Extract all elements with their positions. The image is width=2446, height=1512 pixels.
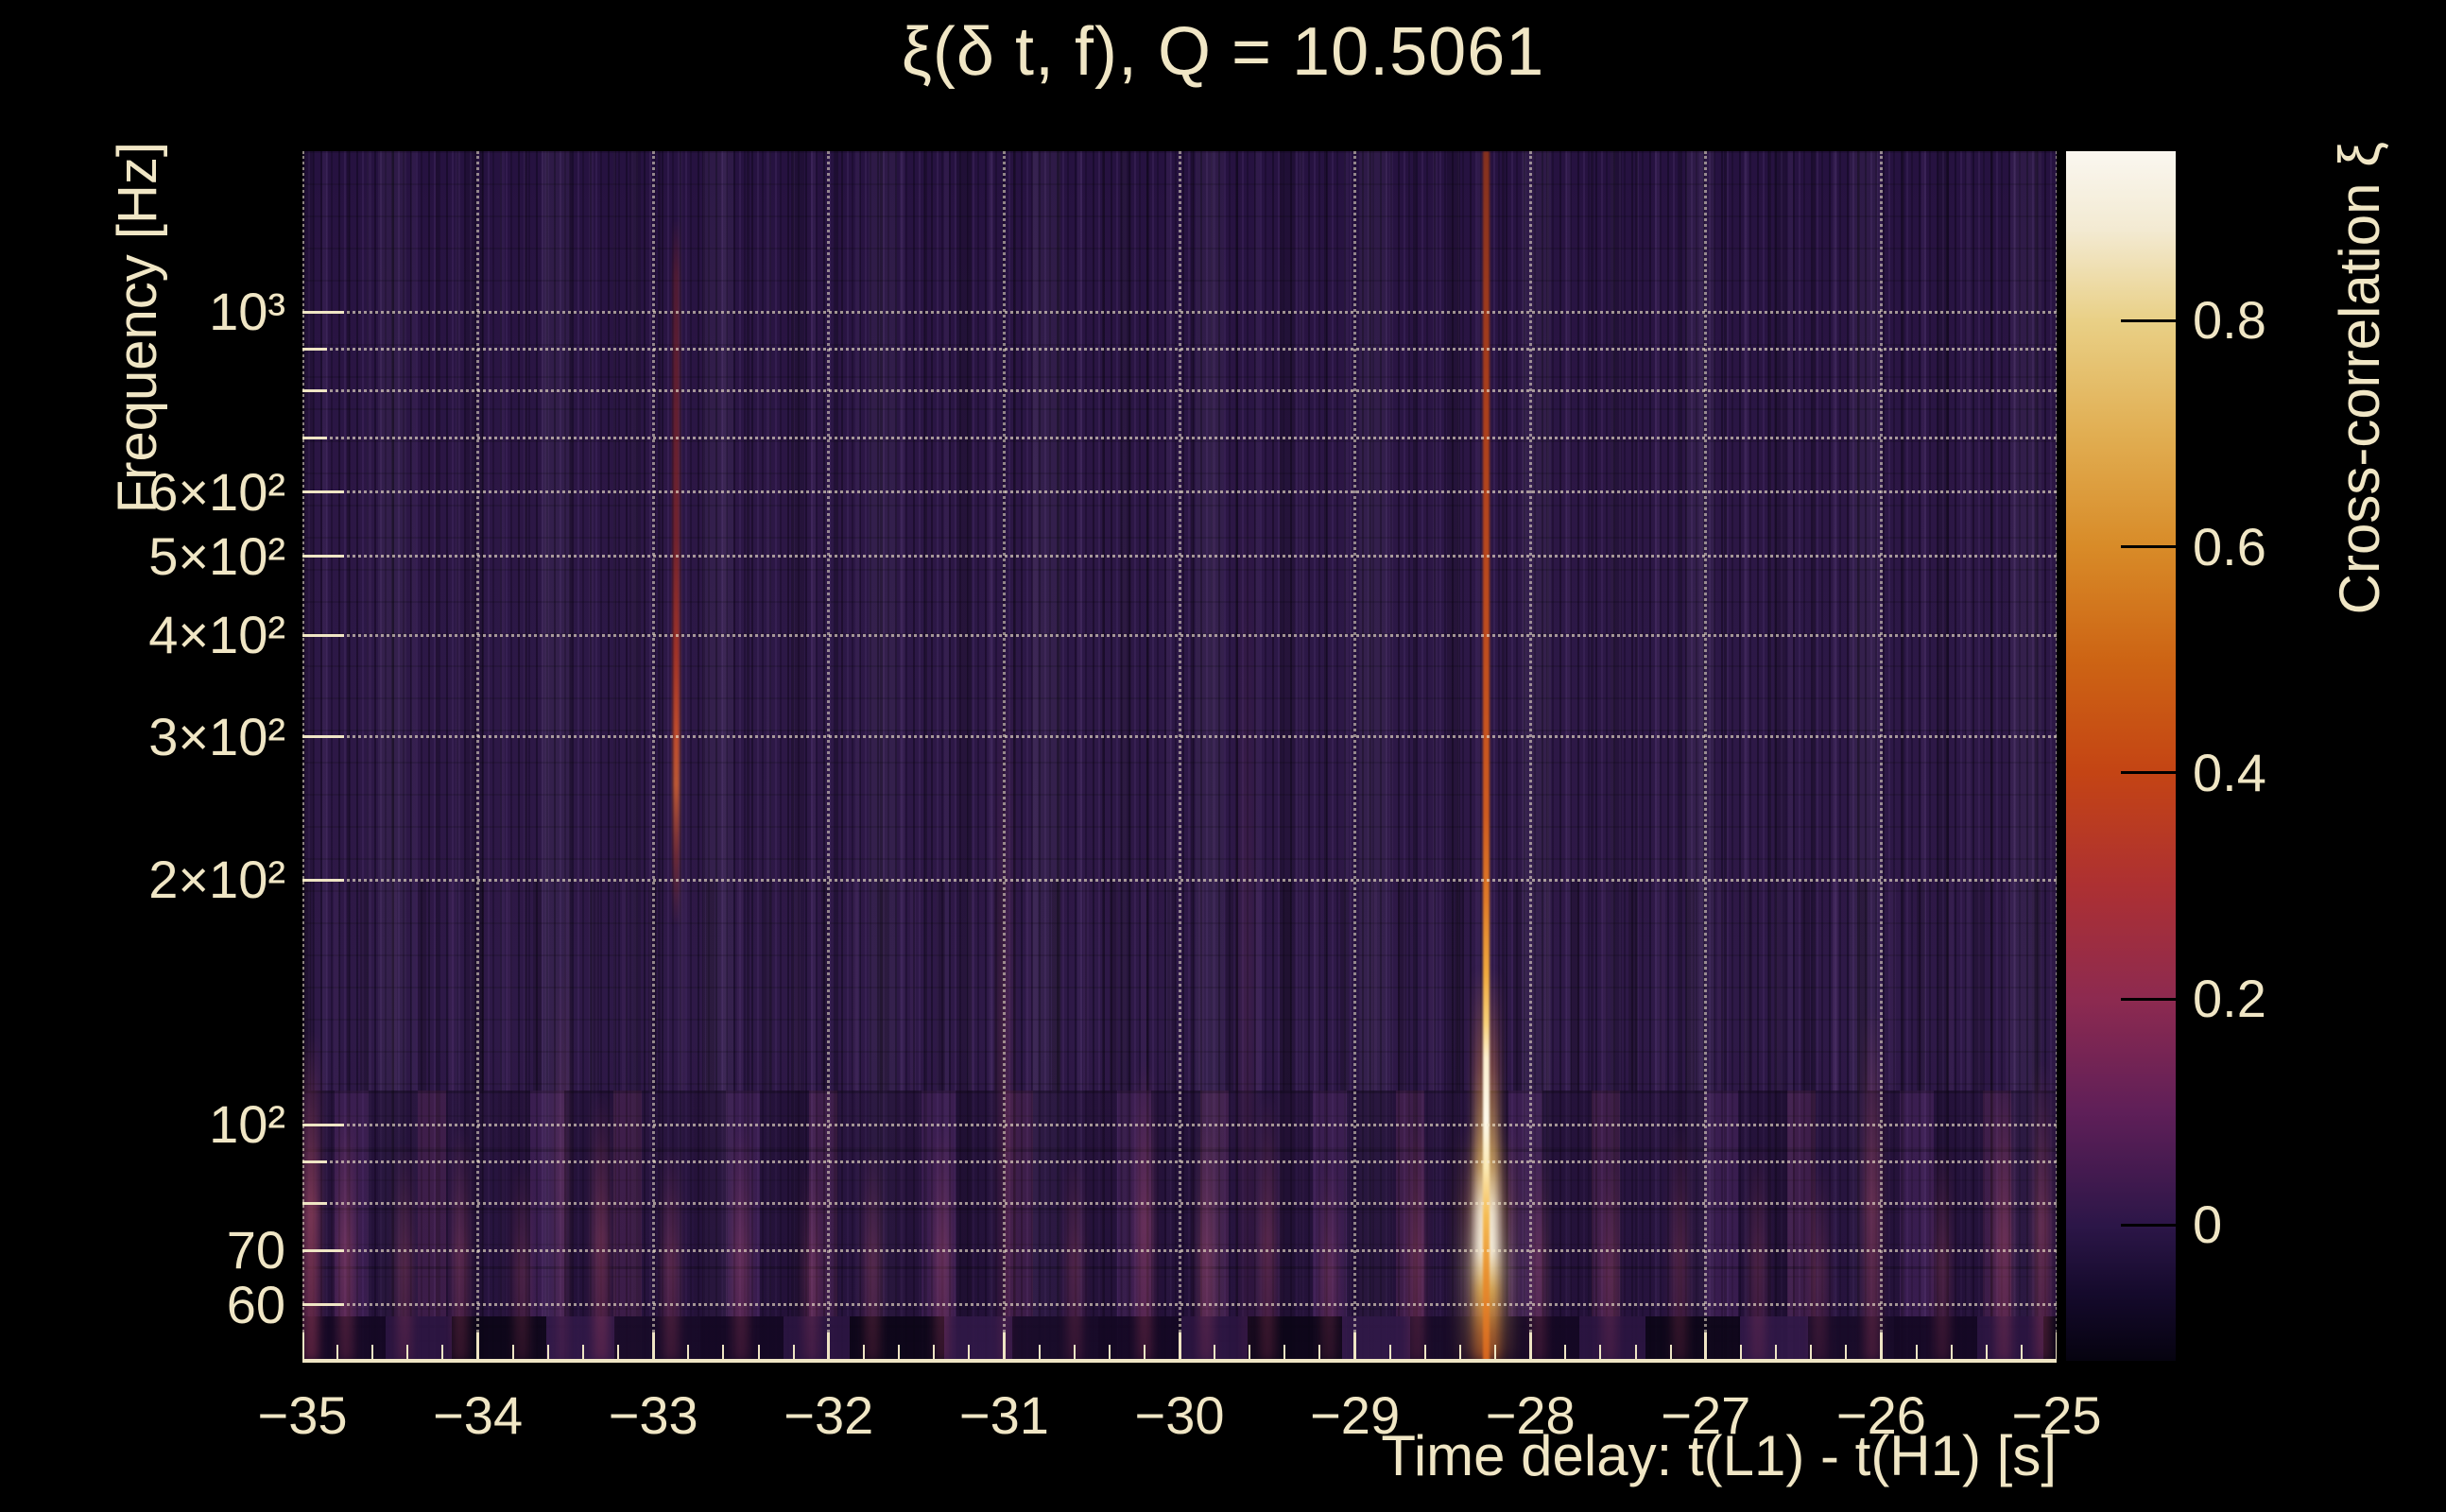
- x-tick-label: −34: [433, 1385, 524, 1445]
- x-tick-label: −30: [1134, 1385, 1225, 1445]
- x-major-tick: [476, 1332, 480, 1361]
- x-major-tick: [1178, 1332, 1181, 1361]
- y-tick-label: 5×10²: [148, 525, 285, 586]
- x-axis-line: [302, 1359, 2057, 1363]
- noise-spot: [1865, 1005, 1881, 1361]
- x-tick-label: −32: [784, 1385, 874, 1445]
- y-major-tick: [302, 878, 344, 882]
- colorbar-tick: [2121, 771, 2179, 775]
- x-major-tick: [1704, 1332, 1708, 1361]
- x-gridline: [827, 151, 831, 1361]
- y-tick-label: 6×10²: [148, 461, 285, 522]
- x-gridline: [1528, 151, 1532, 1361]
- noise-spot: [1242, 463, 1252, 1361]
- colorbar-title: Cross-correlation ξ: [2328, 142, 2391, 615]
- colorbar-tick-label: 0.2: [2193, 969, 2266, 1029]
- colorbar-tick-label: 0.8: [2193, 290, 2266, 351]
- y-gridline: [302, 388, 2057, 392]
- y-gridline: [302, 633, 2057, 637]
- y-tick-label: 10²: [209, 1094, 285, 1154]
- y-tick-label: 10³: [209, 282, 285, 342]
- x-tick-label: −31: [958, 1385, 1049, 1445]
- heatmap-plot-area: [302, 151, 2057, 1361]
- colorbar-tick: [2121, 1223, 2179, 1227]
- y-major-tick: [302, 1123, 344, 1126]
- y-major-tick: [302, 490, 344, 494]
- colorbar-tick: [2121, 318, 2179, 322]
- y-gridline: [302, 1201, 2057, 1205]
- colorbar-tick-label: 0.4: [2193, 742, 2266, 802]
- y-gridline: [302, 490, 2057, 494]
- y-major-tick: [302, 633, 344, 637]
- noise-spot: [593, 1091, 609, 1361]
- y-gridline: [302, 1248, 2057, 1252]
- y-minor-tick: [302, 436, 327, 439]
- x-gridline: [1178, 151, 1181, 1361]
- x-gridline: [651, 151, 655, 1361]
- colorbar-tick: [2121, 997, 2179, 1001]
- colorbar-tick-label: 0: [2193, 1194, 2223, 1255]
- y-gridline: [302, 1303, 2057, 1307]
- noise-spot: [803, 1161, 819, 1361]
- x-major-tick: [1528, 1332, 1532, 1361]
- y-gridline: [302, 1123, 2057, 1126]
- y-gridline: [302, 878, 2057, 882]
- x-major-tick: [827, 1332, 831, 1361]
- y-minor-tick: [302, 388, 327, 392]
- noise-spot: [1259, 1091, 1275, 1361]
- x-major-tick: [2055, 1332, 2057, 1361]
- y-gridline: [302, 1160, 2057, 1163]
- colorbar-tick: [2121, 545, 2179, 549]
- x-major-tick: [651, 1332, 655, 1361]
- x-major-tick: [1879, 1332, 1883, 1361]
- noise-spot: [1996, 1091, 2012, 1361]
- noise-spot: [2035, 1059, 2051, 1361]
- noise-spot: [303, 1032, 319, 1361]
- x-gridline: [1879, 151, 1883, 1361]
- noise-spot: [1601, 1161, 1617, 1361]
- y-tick-label: 60: [226, 1274, 285, 1334]
- y-tick-label: 70: [226, 1220, 285, 1280]
- noise-spot: [514, 1161, 529, 1361]
- y-major-tick: [302, 555, 344, 558]
- y-tick-label: 3×10²: [148, 706, 285, 766]
- noise-spot: [338, 1107, 354, 1361]
- x-major-tick: [1353, 1332, 1357, 1361]
- x-gridline: [1704, 151, 1708, 1361]
- x-gridline: [1002, 151, 1006, 1361]
- canvas: ξ(δ t, f), Q = 10.5061 Frequency [Hz] −3…: [0, 0, 2446, 1512]
- x-tick-label: −35: [257, 1385, 348, 1445]
- main-correlation-ridge: [1483, 151, 1490, 1361]
- y-gridline: [302, 347, 2057, 351]
- x-gridline: [2055, 151, 2057, 1361]
- x-gridline: [302, 151, 304, 1361]
- y-gridline: [302, 555, 2057, 558]
- noise-spot: [1320, 1161, 1336, 1361]
- y-major-tick: [302, 310, 344, 314]
- y-minor-tick: [302, 347, 327, 351]
- x-major-tick: [1002, 1332, 1006, 1361]
- plot-title: ξ(δ t, f), Q = 10.5061: [901, 14, 1545, 90]
- y-minor-tick: [302, 1201, 327, 1205]
- x-major-tick: [302, 1332, 304, 1361]
- y-minor-tick: [302, 1160, 327, 1163]
- y-tick-label: 4×10²: [148, 605, 285, 665]
- y-major-tick: [302, 1248, 344, 1252]
- noise-spot: [1812, 1161, 1828, 1361]
- colorbar: [2066, 151, 2176, 1361]
- x-gridline: [1353, 151, 1357, 1361]
- y-gridline: [302, 436, 2057, 439]
- colorbar-tick-label: 0.6: [2193, 516, 2266, 576]
- y-gridline: [302, 735, 2057, 739]
- y-major-tick: [302, 1303, 344, 1307]
- y-tick-label: 2×10²: [148, 850, 285, 910]
- secondary-correlation-ridge: [672, 219, 680, 926]
- x-tick-label: −33: [608, 1385, 698, 1445]
- y-gridline: [302, 310, 2057, 314]
- x-gridline: [476, 151, 480, 1361]
- y-major-tick: [302, 735, 344, 739]
- x-axis-title: Time delay: t(L1) - t(H1) [s]: [1381, 1424, 2057, 1487]
- noise-spot: [1136, 1059, 1152, 1361]
